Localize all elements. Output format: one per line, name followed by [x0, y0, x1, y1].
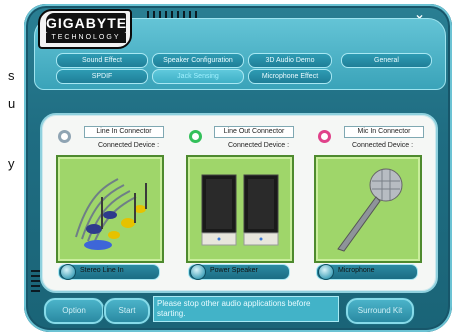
line-in-image: [56, 155, 164, 263]
tab-speaker-configuration[interactable]: Speaker Configuration: [152, 53, 244, 68]
background-text-2: u: [8, 96, 16, 111]
line-out-title: Line Out Connector: [214, 126, 294, 138]
tab-spdif[interactable]: SPDIF: [56, 69, 148, 84]
mic-in-select-button[interactable]: [318, 264, 334, 280]
tab-microphone-effect[interactable]: Microphone Effect: [248, 69, 332, 84]
mic-in-image: [314, 155, 422, 263]
speakers-icon: [201, 174, 279, 246]
line-out-image: [186, 155, 294, 263]
mic-in-device-label: Connected Device :: [352, 142, 414, 149]
line-in-title: Line In Connector: [84, 126, 164, 138]
line-in-device-label: Connected Device :: [98, 142, 160, 149]
mic-in-title: Mic In Connector: [344, 126, 424, 138]
mic-in-device-name: Microphone: [338, 267, 375, 274]
background-text-3: y: [8, 156, 15, 171]
tab-3d-audio-demo[interactable]: 3D Audio Demo: [248, 53, 332, 68]
tab-sound-effect[interactable]: Sound Effect: [56, 53, 148, 68]
option-button[interactable]: Option: [44, 298, 104, 324]
line-out-select-button[interactable]: [190, 264, 206, 280]
background-text-1: s: [8, 68, 15, 83]
logo-main-text: GIGABYTE: [46, 13, 128, 33]
microphone-icon: [337, 168, 403, 252]
line-out-device-name: Power Speaker: [210, 267, 258, 274]
drag-handle-left[interactable]: [31, 270, 40, 292]
tab-jack-sensing[interactable]: Jack Sensing: [152, 69, 244, 84]
line-out-jack-icon: [189, 130, 202, 143]
line-in-device-name: Stereo Line In: [80, 267, 124, 274]
line-out-device-label: Connected Device :: [228, 142, 290, 149]
status-message: Please stop other audio applications bef…: [153, 296, 339, 322]
tab-general[interactable]: General: [341, 53, 432, 68]
logo-sub-text: TECHNOLOGY: [46, 33, 126, 43]
surround-kit-button[interactable]: Surround Kit: [346, 298, 414, 324]
start-button[interactable]: Start: [104, 298, 150, 324]
line-in-select-button[interactable]: [60, 264, 76, 280]
gigabyte-logo: GIGABYTE TECHNOLOGY: [38, 9, 132, 49]
music-notes-icon: [75, 178, 147, 250]
mic-in-jack-icon: [318, 130, 331, 143]
line-in-jack-icon: [58, 130, 71, 143]
